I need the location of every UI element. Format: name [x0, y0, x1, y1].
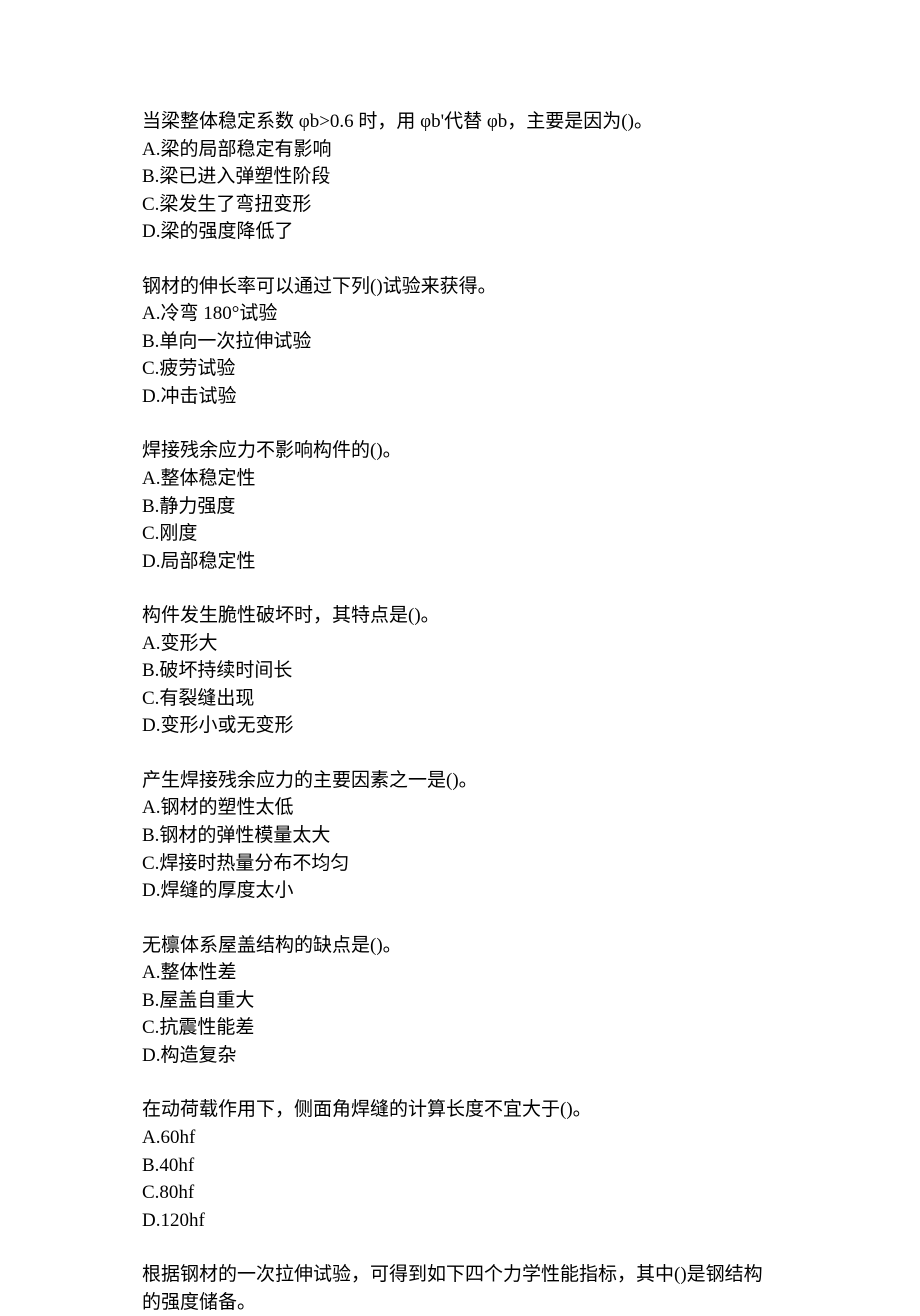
option-d: D.120hf [142, 1207, 780, 1235]
option-b: B.40hf [142, 1152, 780, 1180]
question-7: 在动荷载作用下，侧面角焊缝的计算长度不宜大于()。 A.60hf B.40hf … [142, 1096, 780, 1234]
option-c: C.抗震性能差 [142, 1014, 780, 1042]
question-2: 钢材的伸长率可以通过下列()试验来获得。 A.冷弯 180°试验 B.单向一次拉… [142, 273, 780, 411]
option-c: C.有裂缝出现 [142, 685, 780, 713]
option-c: C.焊接时热量分布不均匀 [142, 850, 780, 878]
option-b: B.梁已进入弹塑性阶段 [142, 163, 780, 191]
question-text: 在动荷载作用下，侧面角焊缝的计算长度不宜大于()。 [142, 1096, 780, 1124]
question-text: 钢材的伸长率可以通过下列()试验来获得。 [142, 273, 780, 301]
option-c: C.疲劳试验 [142, 355, 780, 383]
question-8: 根据钢材的一次拉伸试验，可得到如下四个力学性能指标，其中()是钢结构的强度储备。 [142, 1261, 780, 1316]
option-d: D.局部稳定性 [142, 548, 780, 576]
option-d: D.焊缝的厚度太小 [142, 877, 780, 905]
option-b: B.钢材的弹性模量太大 [142, 822, 780, 850]
option-b: B.破坏持续时间长 [142, 657, 780, 685]
question-4: 构件发生脆性破坏时，其特点是()。 A.变形大 B.破坏持续时间长 C.有裂缝出… [142, 602, 780, 740]
option-a: A.整体性差 [142, 959, 780, 987]
question-text: 构件发生脆性破坏时，其特点是()。 [142, 602, 780, 630]
question-text: 无檩体系屋盖结构的缺点是()。 [142, 932, 780, 960]
question-3: 焊接残余应力不影响构件的()。 A.整体稳定性 B.静力强度 C.刚度 D.局部… [142, 437, 780, 575]
option-d: D.冲击试验 [142, 383, 780, 411]
option-d: D.构造复杂 [142, 1042, 780, 1070]
option-c: C.刚度 [142, 520, 780, 548]
option-a: A.整体稳定性 [142, 465, 780, 493]
option-b: B.静力强度 [142, 493, 780, 521]
option-a: A.冷弯 180°试验 [142, 300, 780, 328]
option-b: B.屋盖自重大 [142, 987, 780, 1015]
question-text: 根据钢材的一次拉伸试验，可得到如下四个力学性能指标，其中()是钢结构的强度储备。 [142, 1261, 780, 1316]
question-text: 当梁整体稳定系数 φb>0.6 时，用 φb'代替 φb，主要是因为()。 [142, 108, 780, 136]
question-5: 产生焊接残余应力的主要因素之一是()。 A.钢材的塑性太低 B.钢材的弹性模量太… [142, 767, 780, 905]
question-text: 焊接残余应力不影响构件的()。 [142, 437, 780, 465]
option-d: D.变形小或无变形 [142, 712, 780, 740]
document-content: 当梁整体稳定系数 φb>0.6 时，用 φb'代替 φb，主要是因为()。 A.… [142, 108, 780, 1316]
question-1: 当梁整体稳定系数 φb>0.6 时，用 φb'代替 φb，主要是因为()。 A.… [142, 108, 780, 246]
option-a: A.钢材的塑性太低 [142, 794, 780, 822]
option-a: A.60hf [142, 1124, 780, 1152]
option-a: A.梁的局部稳定有影响 [142, 136, 780, 164]
question-text: 产生焊接残余应力的主要因素之一是()。 [142, 767, 780, 795]
option-a: A.变形大 [142, 630, 780, 658]
option-c: C.80hf [142, 1179, 780, 1207]
option-d: D.梁的强度降低了 [142, 218, 780, 246]
option-b: B.单向一次拉伸试验 [142, 328, 780, 356]
question-6: 无檩体系屋盖结构的缺点是()。 A.整体性差 B.屋盖自重大 C.抗震性能差 D… [142, 932, 780, 1070]
option-c: C.梁发生了弯扭变形 [142, 191, 780, 219]
